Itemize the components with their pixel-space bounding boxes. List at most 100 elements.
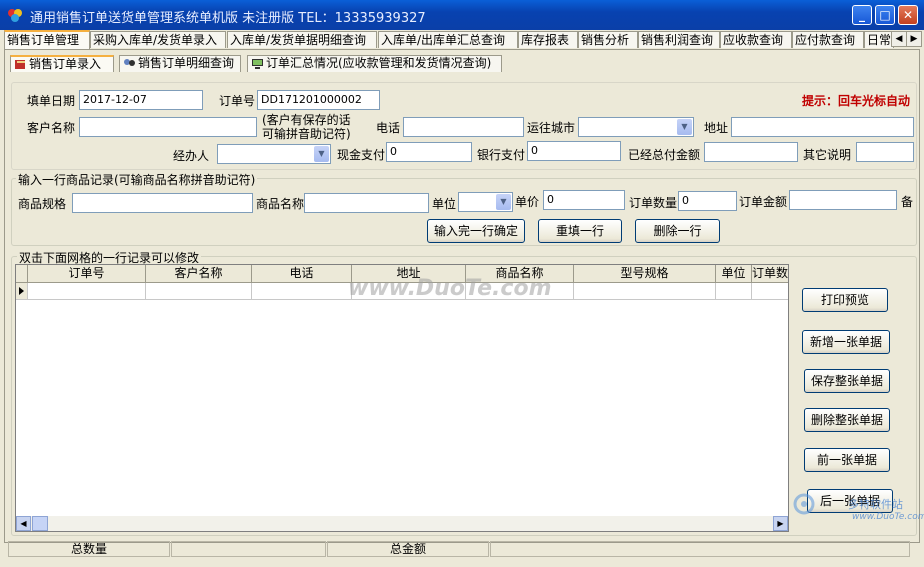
subtab-order-entry-label: 销售订单录入 <box>29 57 102 71</box>
city-label: 运往城市 <box>527 121 576 135</box>
spec-label: 商品规格 <box>18 197 67 211</box>
tab-sales-profit-query[interactable]: 销售利润查询 <box>638 31 720 48</box>
subtab-order-summary[interactable]: 订单汇总情况(应收款管理和发货情况查询) <box>247 55 502 72</box>
previous-document-button[interactable]: 前一张单据 <box>804 448 890 472</box>
close-button[interactable]: ✕ <box>898 5 918 25</box>
hint-text: 提示：回车光标自动 <box>802 94 911 108</box>
grid-header-customer[interactable]: 客户名称 <box>146 265 252 283</box>
item-group-title: 输入一行商品记录(可输商品名称拼音助记符) <box>16 171 258 188</box>
chevron-down-icon: ▼ <box>314 146 329 162</box>
chevron-down-icon: ▼ <box>677 119 692 135</box>
grid-cell[interactable] <box>752 283 788 300</box>
spec-field[interactable] <box>72 193 253 213</box>
order-no-field[interactable]: DD171201000002 <box>257 90 380 110</box>
corner-watermark: 多特软件站 www.DuoTe.com <box>792 490 924 536</box>
customer-label: 客户名称 <box>27 121 76 135</box>
row-indicator-icon[interactable] <box>16 283 28 300</box>
grid-cell[interactable] <box>28 283 146 300</box>
grid-cell[interactable] <box>252 283 352 300</box>
order-grid[interactable]: 订单号 客户名称 电话 地址 商品名称 型号规格 单位 订单数量 <box>15 264 789 532</box>
cash-label: 现金支付 <box>337 148 386 162</box>
tab-purchase-entry[interactable]: 采购入库单/发货单录入 <box>90 31 226 48</box>
address-field[interactable] <box>731 117 914 137</box>
grid-horizontal-scrollbar[interactable]: ◀ ▶ <box>16 516 788 531</box>
grid-cell[interactable] <box>716 283 752 300</box>
product-name-field[interactable] <box>304 193 429 213</box>
price-label: 单价 <box>515 195 540 209</box>
other-field[interactable] <box>856 142 914 162</box>
new-document-button[interactable]: 新增一张单据 <box>802 330 890 354</box>
print-preview-button[interactable]: 打印预览 <box>802 288 888 312</box>
tab-inventory-report[interactable]: 库存报表 <box>518 31 578 48</box>
qty-label: 订单数量 <box>629 196 678 210</box>
unit-label: 单位 <box>432 197 457 211</box>
paid-field[interactable] <box>704 142 798 162</box>
amount-field[interactable] <box>789 190 897 210</box>
grid-header-phone[interactable]: 电话 <box>252 265 352 283</box>
paid-label: 已经总付金额 <box>628 148 701 162</box>
price-field[interactable]: 0 <box>543 190 625 210</box>
delete-row-button[interactable]: 删除一行 <box>635 219 720 243</box>
tab-sales-order-management[interactable]: 销售订单管理 <box>4 30 90 49</box>
phone-label: 电话 <box>376 121 401 135</box>
subtab-order-summary-label: 订单汇总情况(应收款管理和发货情况查询) <box>266 56 492 70</box>
tab-daily[interactable]: 日常 <box>864 31 894 48</box>
total-qty-value <box>171 541 326 557</box>
grid-header-model-spec[interactable]: 型号规格 <box>574 265 716 283</box>
tab-receivables-query[interactable]: 应收款查询 <box>720 31 792 48</box>
maximize-button[interactable]: □ <box>875 5 895 25</box>
grid-cell[interactable] <box>574 283 716 300</box>
people-icon <box>123 58 135 69</box>
customer-field[interactable] <box>79 117 257 137</box>
tab-sales-analysis[interactable]: 销售分析 <box>578 31 638 48</box>
confirm-row-button[interactable]: 输入完一行确定 <box>427 219 525 243</box>
subtab-order-detail-label: 销售订单明细查询 <box>138 56 235 70</box>
subtab-order-detail-query[interactable]: 销售订单明细查询 <box>119 55 241 72</box>
scroll-left-icon[interactable]: ◀ <box>16 516 31 531</box>
save-document-button[interactable]: 保存整张单据 <box>804 369 890 393</box>
grid-header-order-qty[interactable]: 订单数量 <box>752 265 788 283</box>
subtab-order-entry[interactable]: 销售订单录入 <box>10 55 114 72</box>
bank-label: 银行支付 <box>477 148 526 162</box>
corner-brand-text: 多特软件站 <box>848 498 903 511</box>
total-amount-label: 总金额 <box>327 541 489 557</box>
tab-inbound-summary-query[interactable]: 入库单/出库单汇总查询 <box>378 31 518 48</box>
tab-scroll-left-icon[interactable]: ◀ <box>891 31 907 47</box>
chevron-down-icon: ▼ <box>496 194 511 210</box>
grid-header-order-no[interactable]: 订单号 <box>28 265 146 283</box>
phone-field[interactable] <box>403 117 524 137</box>
scroll-right-icon[interactable]: ▶ <box>773 516 788 531</box>
status-bar: 总数量 总金额 <box>8 541 914 557</box>
date-label: 填单日期 <box>27 94 76 108</box>
city-select[interactable]: ▼ <box>578 117 694 137</box>
customer-note: (客户有保存的话 可输拼音助记符) <box>262 113 351 141</box>
book-icon <box>14 59 26 70</box>
tab-payables-query[interactable]: 应付款查询 <box>792 31 864 48</box>
other-label: 其它说明 <box>803 148 852 162</box>
delete-document-button[interactable]: 删除整张单据 <box>804 408 890 432</box>
unit-select[interactable]: ▼ <box>458 192 513 212</box>
total-qty-label: 总数量 <box>8 541 170 557</box>
minimize-button[interactable]: _ <box>852 5 872 25</box>
refill-row-button[interactable]: 重填一行 <box>538 219 622 243</box>
handler-select[interactable]: ▼ <box>217 144 331 164</box>
date-field[interactable]: 2017-12-07 <box>79 90 203 110</box>
bank-field[interactable]: 0 <box>527 141 621 161</box>
total-amount-value <box>490 541 910 557</box>
amount-label: 订单金额 <box>739 195 788 209</box>
brand-logo-icon <box>793 493 815 515</box>
product-name-label: 商品名称 <box>256 197 305 211</box>
grid-header-unit[interactable]: 单位 <box>716 265 752 283</box>
center-watermark: www.DuoTe.com <box>348 276 552 301</box>
corner-url-text: www.DuoTe.com <box>852 512 924 522</box>
title-bar: 通用销售订单送货单管理系统单机版 未注册版 TEL：13335939327 _ … <box>0 0 924 30</box>
tab-scroll-right-icon[interactable]: ▶ <box>906 31 922 47</box>
address-label: 地址 <box>704 121 729 135</box>
cash-field[interactable]: 0 <box>386 142 472 162</box>
tab-inbound-detail-query[interactable]: 入库单/发货单据明细查询 <box>227 31 377 48</box>
grid-cell[interactable] <box>146 283 252 300</box>
qty-field[interactable]: 0 <box>678 191 737 211</box>
main-tab-strip: 销售订单管理 采购入库单/发货单录入 入库单/发货单据明细查询 入库单/出库单汇… <box>4 30 904 49</box>
scroll-thumb[interactable] <box>32 516 48 531</box>
handler-label: 经办人 <box>173 149 210 163</box>
